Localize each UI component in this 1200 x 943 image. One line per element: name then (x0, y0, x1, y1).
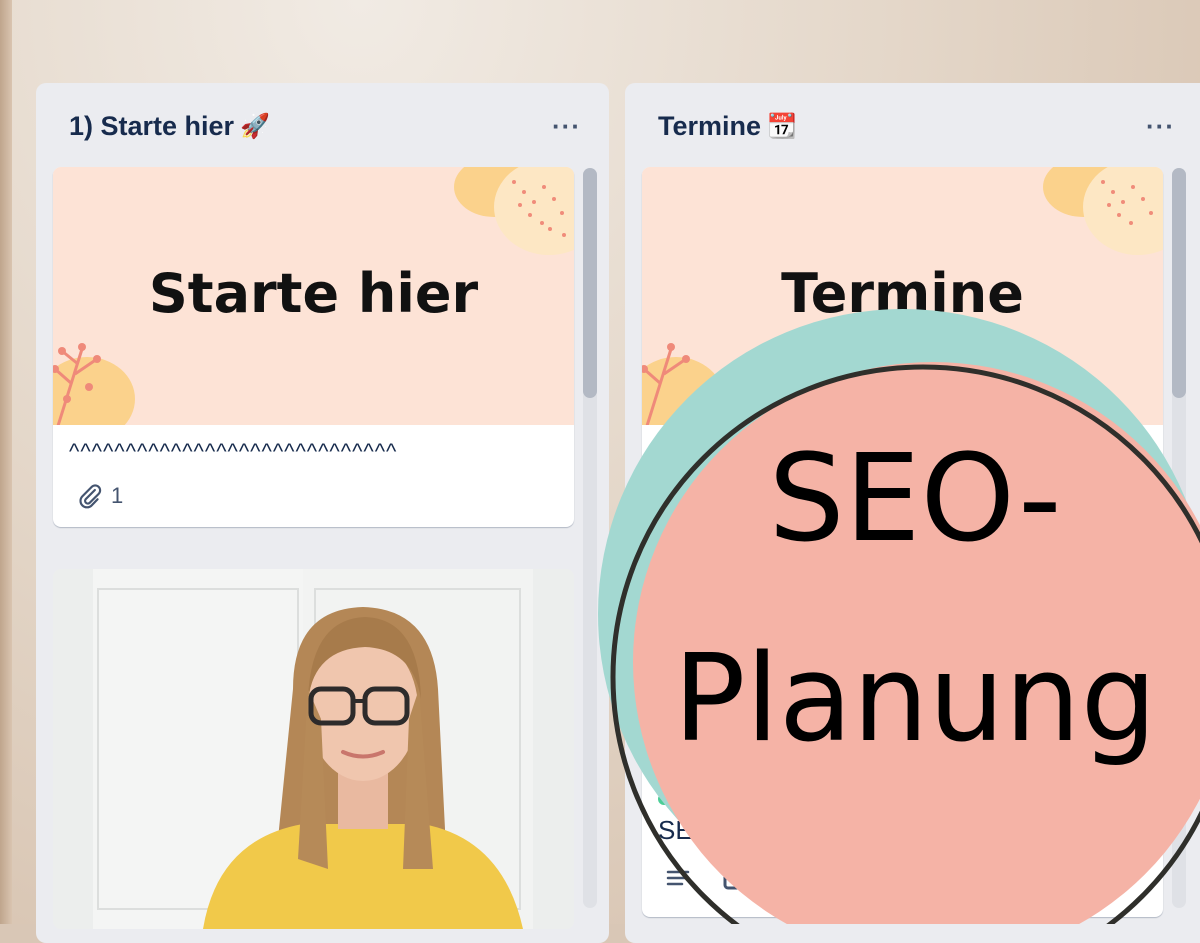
rocket-icon: 🚀 (240, 112, 270, 140)
list-starte-hier: 1) Starte hier 🚀 ··· Starte hier ^^^^^^^… (36, 83, 609, 943)
scrollbar-thumb[interactable] (583, 168, 597, 398)
seo-badge-line-1: SEO- (768, 430, 1062, 569)
card-starte-hier[interactable]: Starte hier ^^^^^^^^^^^^^^^^^^^^^^^^^^^^… (53, 167, 574, 527)
list-title[interactable]: 1) Starte hier (69, 111, 234, 142)
list-menu-button[interactable]: ··· (1146, 111, 1175, 142)
list-title[interactable]: Termine (658, 111, 761, 142)
board-background-edge (0, 0, 12, 924)
person-photo (53, 569, 574, 929)
decorative-plant-icon (53, 343, 135, 425)
card-cover: Starte hier (53, 167, 574, 425)
list-header[interactable]: 1) Starte hier 🚀 (69, 109, 270, 143)
decorative-blob-icon (454, 167, 574, 255)
card-title[interactable]: ^^^^^^^^^^^^^^^^^^^^^^^^^^^^^ (53, 425, 574, 475)
paperclip-icon (79, 484, 102, 509)
card-badges: 1 (53, 475, 574, 527)
list-header[interactable]: Termine 📆 (658, 109, 797, 143)
list-scrollbar[interactable] (583, 168, 597, 908)
calendar-icon: 📆 (767, 112, 797, 140)
card-cover-title: Starte hier (148, 262, 479, 325)
list-menu-button[interactable]: ··· (552, 111, 581, 142)
card-photo[interactable] (53, 569, 574, 929)
seo-badge-line-2: Planung (673, 630, 1157, 769)
decorative-blob-icon (1043, 167, 1163, 255)
seo-planung-badge (598, 309, 1200, 924)
attachment-count: 1 (111, 483, 124, 508)
